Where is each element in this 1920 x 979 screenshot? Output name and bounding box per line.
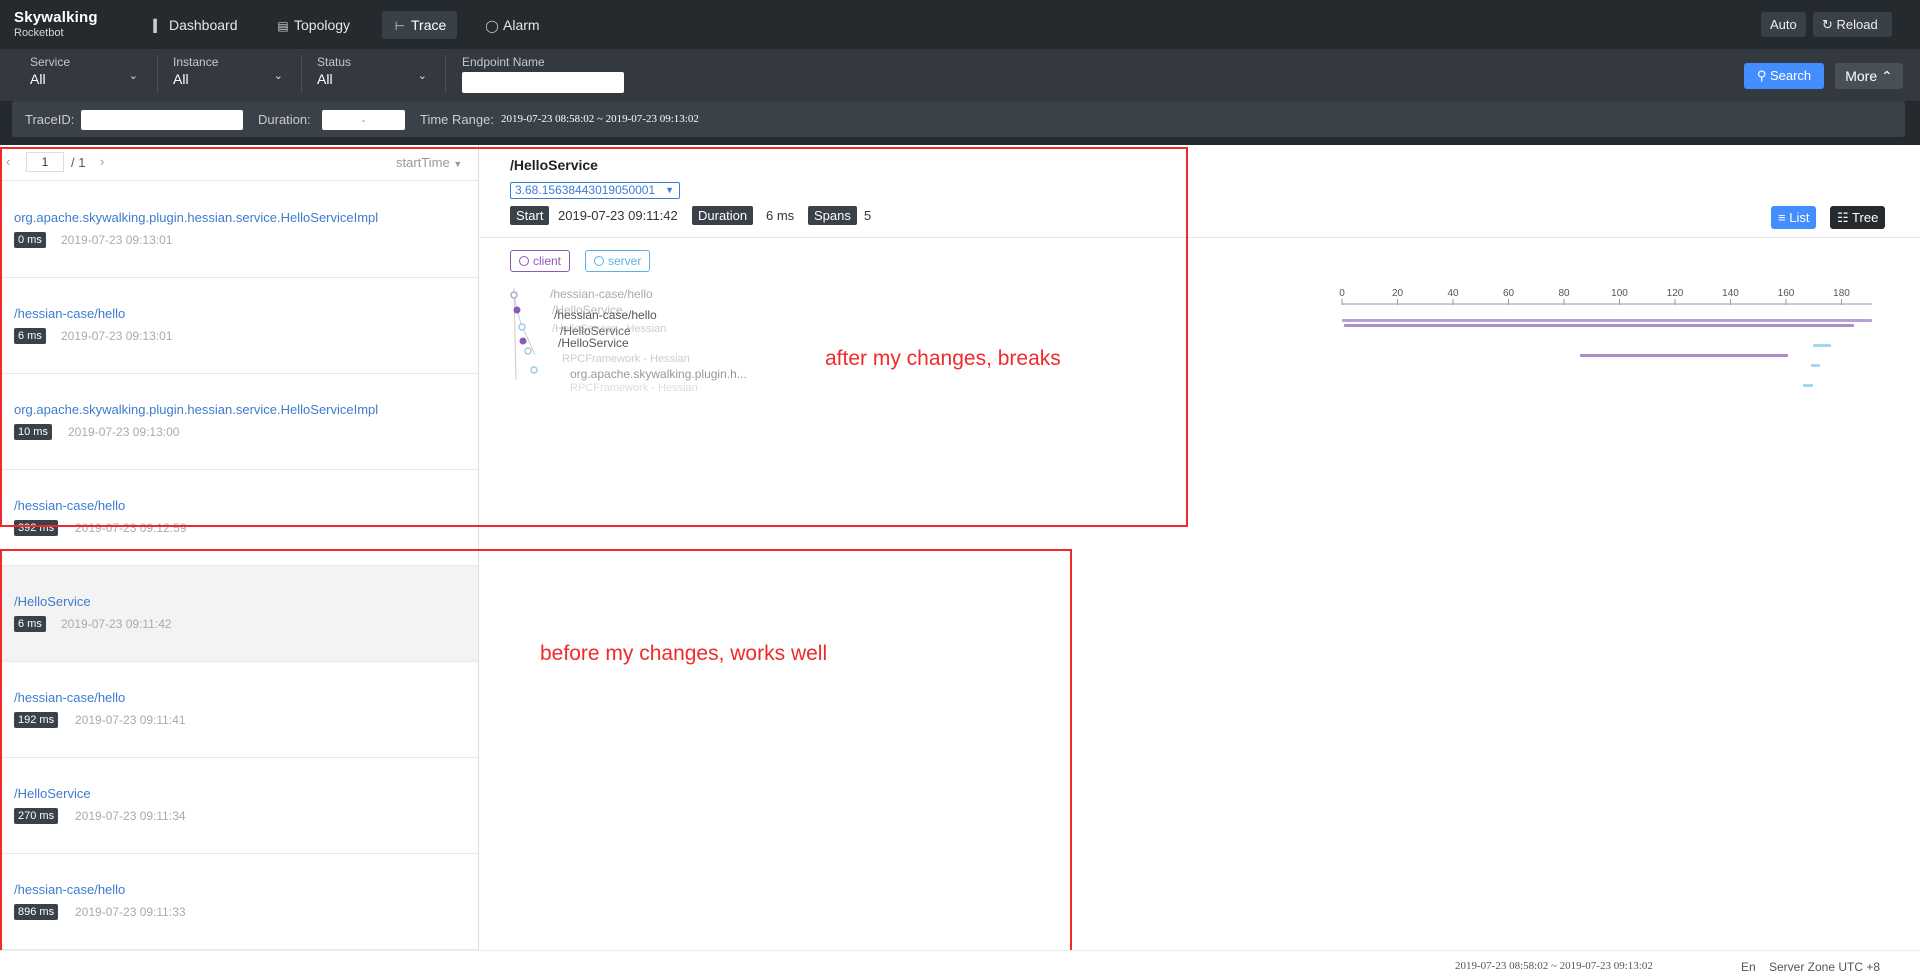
time-range-label: Time Range:	[420, 112, 494, 127]
traceid-input[interactable]	[81, 110, 243, 130]
top-navbar: Skywalking Rocketbot ▍ Dashboard ▤ Topolog…	[0, 0, 1920, 49]
advanced-filter-panel: TraceID: Duration: - Time Range: 2019-07…	[12, 101, 1905, 137]
timeline-tick-label: 20	[1392, 288, 1404, 299]
service-value: All	[30, 71, 46, 87]
logo-subtitle: Rocketbot	[14, 27, 64, 39]
topology-icon: ▤	[277, 19, 289, 33]
logo: Skywalking Rocketbot	[14, 9, 98, 40]
divider	[445, 55, 446, 93]
more-label: More	[1845, 68, 1878, 84]
span-bar	[1580, 354, 1788, 357]
annotation-before: before my changes, works well	[540, 642, 828, 665]
filter-bar: Service All ⌄ Instance All ⌄ Status All …	[0, 49, 1920, 101]
annotation-after: after my changes, breaks	[825, 347, 1061, 370]
service-select[interactable]: Service All ⌄	[30, 55, 138, 93]
advanced-filter-bar: TraceID: Duration: - Time Range: 2019-07…	[0, 101, 1920, 145]
nav-dashboard[interactable]: ▍ Dashboard	[140, 11, 249, 39]
nav-alarm-label: Alarm	[503, 17, 540, 33]
time-range-value[interactable]: 2019-07-23 08:58:02 ~ 2019-07-23 09:13:0…	[501, 113, 699, 125]
nav-dashboard-label: Dashboard	[169, 17, 238, 33]
chevron-up-icon: ⌃	[1881, 68, 1893, 84]
timeline-tick-label: 140	[1722, 288, 1739, 299]
server-zone: Server Zone UTC +8	[1769, 960, 1881, 974]
span-bar	[1811, 364, 1820, 367]
annotation-box-before	[0, 549, 1072, 953]
language-toggle[interactable]: En	[1741, 960, 1756, 974]
chevron-down-icon: ⌄	[417, 70, 427, 82]
instance-label: Instance	[173, 55, 219, 69]
nav-topology-label: Topology	[294, 17, 351, 33]
chevron-down-icon: ⌄	[128, 70, 138, 82]
timeline-ticks: 0 20 40 60 80 100 120 140 160 180	[1339, 288, 1850, 305]
timeline-tick-label: 120	[1667, 288, 1684, 299]
auto-button[interactable]: Auto	[1761, 12, 1806, 37]
tree-view-button[interactable]: ☷ Tree	[1830, 206, 1886, 229]
span-bar	[1344, 324, 1854, 327]
timeline-tick-label: 0	[1339, 288, 1345, 299]
reload-button[interactable]: ↻ Reload	[1813, 12, 1892, 37]
search-label: Search	[1769, 68, 1812, 83]
trace-timeline: 0 20 40 60 80 100 120 140 160 180	[1339, 288, 1872, 387]
list-icon: ≡	[1778, 210, 1786, 225]
bar-chart-icon: ▍	[153, 19, 163, 33]
divider	[157, 55, 158, 93]
instance-value: All	[173, 71, 189, 87]
alarm-icon: ◯	[485, 19, 499, 33]
nav-alarm[interactable]: ◯ Alarm	[474, 11, 551, 39]
timeline-tick-label: 60	[1503, 288, 1515, 299]
instance-select[interactable]: Instance All ⌄	[173, 55, 283, 93]
footer-time-range[interactable]: 2019-07-23 08:58:02 ~ 2019-07-23 09:13:0…	[1455, 960, 1653, 972]
tree-icon: ☷	[1837, 210, 1849, 225]
more-button[interactable]: More ⌃	[1835, 63, 1903, 89]
list-label: List	[1789, 210, 1810, 225]
nav-topology[interactable]: ▤ Topology	[265, 11, 361, 39]
divider	[301, 55, 302, 93]
timeline-tick-label: 160	[1778, 288, 1795, 299]
endpoint-label: Endpoint Name	[462, 55, 545, 69]
search-icon: ⚲	[1756, 68, 1767, 83]
annotation-box-after	[0, 147, 1188, 527]
duration-input[interactable]: -	[322, 110, 405, 130]
chevron-down-icon: ⌄	[273, 70, 283, 82]
timeline-tick-label: 40	[1447, 288, 1459, 299]
status-value: All	[317, 71, 333, 87]
status-label: Status	[317, 55, 352, 69]
list-view-button[interactable]: ≡ List	[1771, 206, 1817, 229]
reload-icon: ↻	[1822, 17, 1833, 32]
timeline-tick-label: 180	[1833, 288, 1850, 299]
service-label: Service	[30, 55, 71, 69]
nav-trace-label: Trace	[411, 17, 447, 33]
reload-label: Reload	[1836, 17, 1878, 32]
timeline-tick-label: 100	[1611, 288, 1628, 299]
duration-label: Duration:	[258, 112, 311, 127]
traceid-label: TraceID:	[25, 112, 75, 127]
search-button[interactable]: ⚲ Search	[1744, 63, 1824, 89]
tree-label: Tree	[1852, 210, 1879, 225]
endpoint-name-input[interactable]	[462, 72, 624, 93]
timeline-tick-label: 80	[1558, 288, 1570, 299]
nav-trace[interactable]: ⊢ Trace	[382, 11, 458, 39]
span-bar	[1342, 319, 1872, 322]
logo-title: Skywalking	[14, 9, 98, 26]
footer: 2019-07-23 08:58:02 ~ 2019-07-23 09:13:0…	[0, 950, 1920, 979]
trace-icon: ⊢	[394, 19, 406, 33]
span-bar	[1813, 344, 1831, 347]
status-select[interactable]: Status All ⌄	[317, 55, 427, 93]
span-bar	[1803, 384, 1813, 387]
